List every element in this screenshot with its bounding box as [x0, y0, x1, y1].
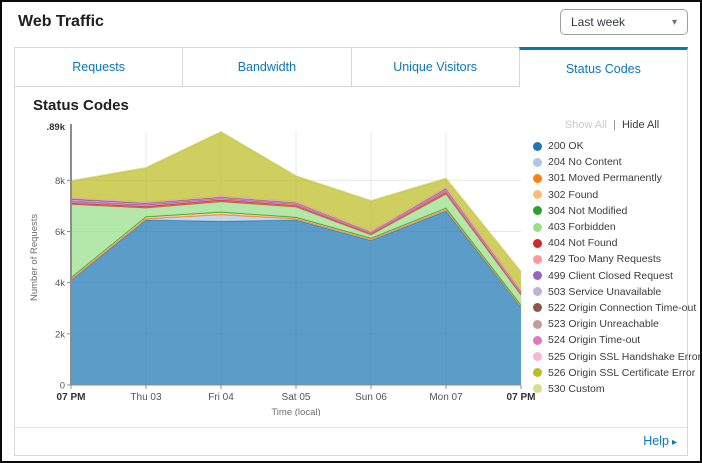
tab-requests[interactable]: Requests: [14, 47, 183, 87]
legend-controls: Show All | Hide All: [533, 119, 691, 131]
series-color-dot: [533, 336, 542, 345]
series-color-dot: [533, 384, 542, 393]
legend-item-503-service-unavailable[interactable]: 503 Service Unavailable: [533, 284, 691, 300]
series-color-dot: [533, 174, 542, 183]
legend-item-530-custom[interactable]: 530 Custom: [533, 381, 691, 397]
legend-item-label: 503 Service Unavailable: [548, 286, 661, 298]
legend-item-label: 302 Found: [548, 189, 598, 201]
status-codes-chart: 0 2k 4k 6k 8k 9.89k 07 PM Thu 03 Fri 04 Sat 05 Sun…: [47, 114, 547, 416]
legend-item-label: 526 Origin SSL Certificate Error: [548, 367, 695, 379]
web-traffic-card: Web Traffic Last week ▾ Requests Bandwidt…: [0, 0, 702, 463]
legend-item-429-too-many-requests[interactable]: 429 Too Many Requests: [533, 251, 691, 267]
page-title: Web Traffic: [18, 13, 104, 31]
legend-item-524-origin-time-out[interactable]: 524 Origin Time-out: [533, 332, 691, 348]
svg-text:9.89k: 9.89k: [47, 122, 66, 133]
legend-item-label: 429 Too Many Requests: [548, 253, 661, 265]
legend-item-499-client-closed-request[interactable]: 499 Client Closed Request: [533, 268, 691, 284]
legend-item-302-found[interactable]: 302 Found: [533, 187, 691, 203]
tab-unique-visitors[interactable]: Unique Visitors: [351, 47, 520, 87]
time-range-value: Last week: [571, 15, 625, 29]
legend-item-label: 522 Origin Connection Time-out: [548, 302, 696, 314]
series-color-dot: [533, 255, 542, 264]
series-color-dot: [533, 287, 542, 296]
svg-text:Time (local): Time (local): [271, 407, 320, 416]
svg-text:07 PM: 07 PM: [57, 392, 86, 403]
legend-item-523-origin-unreachable[interactable]: 523 Origin Unreachable: [533, 316, 691, 332]
chart-heading: Status Codes: [33, 97, 129, 114]
svg-text:Sat 05: Sat 05: [282, 392, 311, 403]
svg-text:8k: 8k: [55, 176, 65, 187]
help-link[interactable]: Help▸: [643, 434, 677, 448]
tab-status-codes[interactable]: Status Codes: [519, 47, 688, 87]
time-range-dropdown[interactable]: Last week ▾: [560, 9, 688, 35]
show-all-button[interactable]: Show All: [565, 119, 607, 131]
legend-item-label: 204 No Content: [548, 156, 622, 168]
card-footer: Help▸: [15, 427, 687, 455]
legend-separator: |: [613, 119, 616, 131]
tab-label: Status Codes: [566, 62, 641, 76]
legend-item-200-ok[interactable]: 200 OK: [533, 138, 691, 154]
series-color-dot: [533, 368, 542, 377]
caret-right-icon: ▸: [672, 437, 677, 448]
chart-legend: Show All | Hide All 200 OK 204 No Conten…: [533, 119, 691, 397]
legend-item-label: 523 Origin Unreachable: [548, 318, 659, 330]
legend-item-label: 304 Not Modified: [548, 205, 627, 217]
series-color-dot: [533, 239, 542, 248]
legend-item-522-origin-connection-time-out[interactable]: 522 Origin Connection Time-out: [533, 300, 691, 316]
tab-bandwidth[interactable]: Bandwidth: [182, 47, 351, 87]
legend-item-304-not-modified[interactable]: 304 Not Modified: [533, 203, 691, 219]
svg-text:Sun 06: Sun 06: [355, 392, 387, 403]
legend-list: 200 OK 204 No Content 301 Moved Permanen…: [533, 138, 691, 397]
svg-text:0: 0: [60, 381, 65, 392]
series-color-dot: [533, 271, 542, 280]
svg-text:4k: 4k: [55, 278, 65, 289]
svg-text:Fri 04: Fri 04: [208, 392, 234, 403]
y-axis-title: Number of Requests: [29, 132, 40, 382]
legend-item-label: 200 OK: [548, 140, 584, 152]
legend-item-label: 403 Forbidden: [548, 221, 616, 233]
series-color-dot: [533, 352, 542, 361]
legend-item-label: 530 Custom: [548, 383, 605, 395]
legend-item-label: 404 Not Found: [548, 237, 617, 249]
chevron-down-icon: ▾: [672, 17, 677, 28]
legend-item-403-forbidden[interactable]: 403 Forbidden: [533, 219, 691, 235]
legend-item-label: 301 Moved Permanently: [548, 172, 662, 184]
tab-bar: Requests Bandwidth Unique Visitors Status C…: [14, 47, 688, 87]
content-panel: Status Codes Number of Requests 0 2k 4k 6k 8…: [14, 87, 688, 456]
svg-text:Thu 03: Thu 03: [130, 392, 162, 403]
tab-label: Unique Visitors: [393, 60, 477, 74]
legend-item-525-origin-ssl-handshake-error[interactable]: 525 Origin SSL Handshake Error: [533, 348, 691, 364]
series-color-dot: [533, 142, 542, 151]
series-color-dot: [533, 158, 542, 167]
hide-all-button[interactable]: Hide All: [622, 119, 659, 131]
legend-item-label: 524 Origin Time-out: [548, 334, 640, 346]
series-color-dot: [533, 320, 542, 329]
legend-item-301-moved-permanently[interactable]: 301 Moved Permanently: [533, 170, 691, 186]
svg-text:6k: 6k: [55, 227, 65, 238]
tab-label: Bandwidth: [238, 60, 296, 74]
legend-item-526-origin-ssl-certificate-error[interactable]: 526 Origin SSL Certificate Error: [533, 365, 691, 381]
svg-text:2k: 2k: [55, 329, 65, 340]
area-200-ok: [71, 211, 521, 385]
series-color-dot: [533, 223, 542, 232]
legend-item-404-not-found[interactable]: 404 Not Found: [533, 235, 691, 251]
series-color-dot: [533, 190, 542, 199]
legend-item-204-no-content[interactable]: 204 No Content: [533, 154, 691, 170]
tab-label: Requests: [72, 60, 125, 74]
series-color-dot: [533, 206, 542, 215]
svg-text:Mon 07: Mon 07: [429, 392, 463, 403]
legend-item-label: 499 Client Closed Request: [548, 270, 673, 282]
help-link-label: Help: [643, 434, 669, 448]
legend-item-label: 525 Origin SSL Handshake Error: [548, 351, 701, 363]
svg-text:07 PM: 07 PM: [507, 392, 536, 403]
series-color-dot: [533, 303, 542, 312]
